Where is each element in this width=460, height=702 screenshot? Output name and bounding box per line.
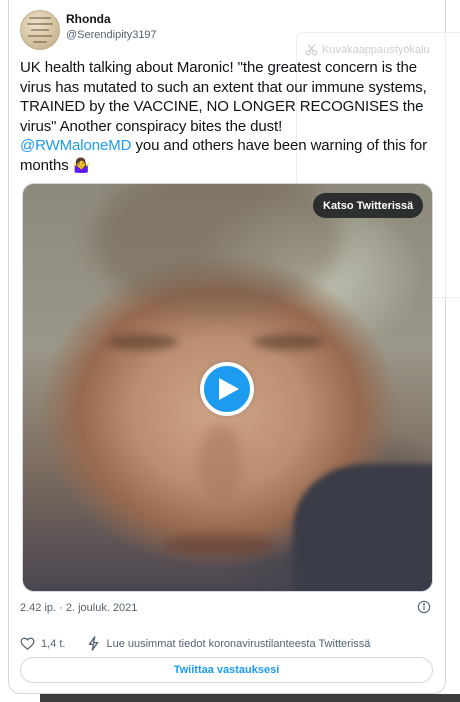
shrug-emoji: 🤷‍♀️ <box>72 156 91 173</box>
user-handle[interactable]: @Serendipity3197 <box>66 27 157 43</box>
tweet-text-body: UK health talking about Maronic! "the gr… <box>20 59 427 135</box>
tweet-author[interactable]: Rhonda @Serendipity3197 <box>66 11 157 43</box>
snipping-tool-text: Kuvakaappaustyökalu <box>322 43 430 56</box>
display-name[interactable]: Rhonda <box>66 11 157 27</box>
covid-info-link[interactable]: Lue uusimmat tiedot koronavirustilantees… <box>87 636 370 651</box>
tweet-timestamp[interactable]: 2.42 ip. · 2. jouluk. 2021 <box>20 602 137 614</box>
like-count: 1,4 t. <box>41 637 66 650</box>
watch-on-twitter-button[interactable]: Katso Twitterissä <box>313 193 424 218</box>
tweet-actions: 1,4 t. Lue uusimmat tiedot koronavirusti… <box>20 636 370 651</box>
lightning-icon <box>89 636 99 651</box>
snipping-tool-label: Kuvakaappaustyökalu <box>305 43 430 56</box>
mention-link[interactable]: @RWMaloneMD <box>20 137 131 154</box>
play-button[interactable] <box>200 362 254 416</box>
covid-info-text: Lue uusimmat tiedot koronavirustilantees… <box>106 637 371 650</box>
heart-icon <box>20 637 35 650</box>
avatar[interactable] <box>20 10 60 50</box>
like-button[interactable]: 1,4 t. <box>20 636 65 651</box>
scissors-icon <box>305 44 318 56</box>
reply-button[interactable]: Twiittaa vastauksesi <box>20 657 433 683</box>
tweet-text: UK health talking about Maronic! "the gr… <box>20 58 440 175</box>
taskbar-strip <box>40 694 460 702</box>
play-icon <box>219 378 239 400</box>
info-icon[interactable] <box>417 600 431 614</box>
